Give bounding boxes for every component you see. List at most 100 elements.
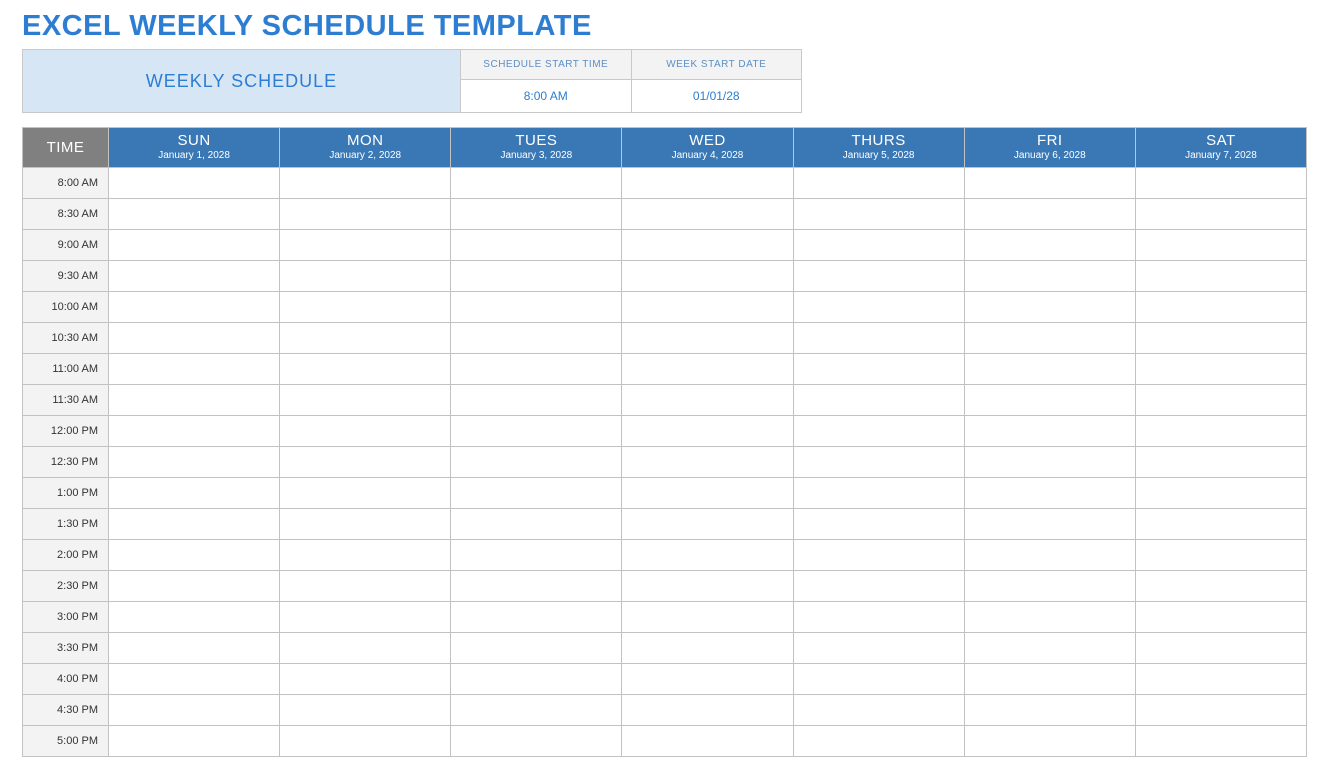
schedule-slot[interactable] [280,664,451,695]
schedule-slot[interactable] [1135,664,1306,695]
schedule-slot[interactable] [964,540,1135,571]
schedule-slot[interactable] [451,230,622,261]
schedule-slot[interactable] [280,602,451,633]
schedule-slot[interactable] [451,664,622,695]
schedule-slot[interactable] [280,571,451,602]
schedule-slot[interactable] [793,602,964,633]
schedule-slot[interactable] [280,230,451,261]
schedule-slot[interactable] [622,478,793,509]
schedule-slot[interactable] [280,416,451,447]
schedule-slot[interactable] [793,447,964,478]
schedule-slot[interactable] [964,323,1135,354]
schedule-slot[interactable] [451,354,622,385]
schedule-slot[interactable] [1135,385,1306,416]
schedule-slot[interactable] [622,292,793,323]
start-date-value[interactable]: 01/01/28 [632,80,802,112]
schedule-slot[interactable] [964,695,1135,726]
start-time-value[interactable]: 8:00 AM [461,80,631,112]
schedule-slot[interactable] [793,292,964,323]
schedule-slot[interactable] [1135,571,1306,602]
schedule-slot[interactable] [280,323,451,354]
schedule-slot[interactable] [451,695,622,726]
schedule-slot[interactable] [451,261,622,292]
schedule-slot[interactable] [451,633,622,664]
schedule-slot[interactable] [622,354,793,385]
schedule-slot[interactable] [1135,354,1306,385]
schedule-slot[interactable] [622,509,793,540]
schedule-slot[interactable] [280,292,451,323]
schedule-slot[interactable] [1135,261,1306,292]
schedule-slot[interactable] [109,664,280,695]
schedule-slot[interactable] [622,633,793,664]
schedule-slot[interactable] [622,447,793,478]
schedule-slot[interactable] [964,292,1135,323]
schedule-slot[interactable] [793,633,964,664]
schedule-slot[interactable] [109,230,280,261]
schedule-slot[interactable] [1135,323,1306,354]
schedule-slot[interactable] [451,602,622,633]
schedule-slot[interactable] [964,726,1135,757]
schedule-slot[interactable] [1135,168,1306,199]
schedule-slot[interactable] [109,695,280,726]
schedule-slot[interactable] [964,230,1135,261]
schedule-slot[interactable] [793,571,964,602]
schedule-slot[interactable] [1135,695,1306,726]
schedule-slot[interactable] [109,416,280,447]
schedule-slot[interactable] [1135,292,1306,323]
schedule-slot[interactable] [451,447,622,478]
schedule-slot[interactable] [451,478,622,509]
schedule-slot[interactable] [451,540,622,571]
schedule-slot[interactable] [109,509,280,540]
schedule-slot[interactable] [109,199,280,230]
schedule-slot[interactable] [622,323,793,354]
schedule-slot[interactable] [964,354,1135,385]
schedule-slot[interactable] [109,478,280,509]
schedule-slot[interactable] [622,261,793,292]
schedule-slot[interactable] [793,540,964,571]
schedule-slot[interactable] [964,478,1135,509]
schedule-slot[interactable] [964,571,1135,602]
schedule-slot[interactable] [622,540,793,571]
schedule-slot[interactable] [1135,726,1306,757]
schedule-slot[interactable] [451,292,622,323]
schedule-slot[interactable] [280,726,451,757]
schedule-slot[interactable] [109,726,280,757]
schedule-slot[interactable] [964,633,1135,664]
schedule-slot[interactable] [622,168,793,199]
schedule-slot[interactable] [1135,230,1306,261]
schedule-slot[interactable] [964,261,1135,292]
schedule-slot[interactable] [622,230,793,261]
schedule-slot[interactable] [280,478,451,509]
schedule-slot[interactable] [109,633,280,664]
schedule-slot[interactable] [964,664,1135,695]
schedule-slot[interactable] [109,261,280,292]
schedule-slot[interactable] [109,354,280,385]
schedule-slot[interactable] [451,726,622,757]
schedule-slot[interactable] [793,416,964,447]
schedule-slot[interactable] [280,695,451,726]
schedule-slot[interactable] [793,168,964,199]
schedule-slot[interactable] [280,168,451,199]
schedule-slot[interactable] [280,540,451,571]
schedule-slot[interactable] [622,385,793,416]
schedule-slot[interactable] [280,385,451,416]
schedule-slot[interactable] [280,509,451,540]
schedule-slot[interactable] [451,416,622,447]
schedule-slot[interactable] [622,726,793,757]
schedule-slot[interactable] [793,726,964,757]
schedule-slot[interactable] [793,199,964,230]
schedule-slot[interactable] [451,385,622,416]
schedule-slot[interactable] [1135,633,1306,664]
schedule-slot[interactable] [1135,199,1306,230]
schedule-slot[interactable] [622,571,793,602]
schedule-slot[interactable] [109,602,280,633]
schedule-slot[interactable] [793,664,964,695]
schedule-slot[interactable] [793,261,964,292]
schedule-slot[interactable] [280,354,451,385]
schedule-slot[interactable] [109,168,280,199]
schedule-slot[interactable] [1135,602,1306,633]
schedule-slot[interactable] [793,230,964,261]
schedule-slot[interactable] [622,199,793,230]
schedule-slot[interactable] [964,509,1135,540]
schedule-slot[interactable] [1135,447,1306,478]
